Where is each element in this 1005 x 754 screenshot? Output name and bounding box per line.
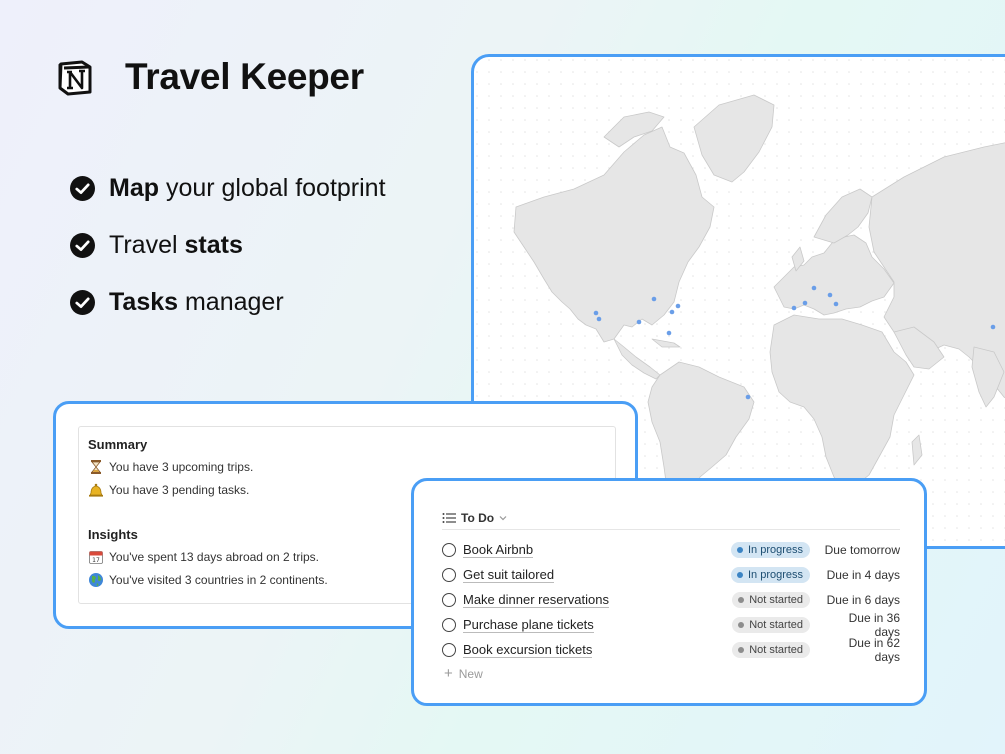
insights-line: You've visited 3 countries in 2 continen… <box>88 572 328 588</box>
status-badge[interactable]: In progress <box>730 541 810 558</box>
globe-icon <box>89 573 103 587</box>
status-label: In progress <box>747 568 803 581</box>
status-dot <box>736 571 743 578</box>
map-marker[interactable] <box>636 319 642 325</box>
bell-icon <box>89 483 103 497</box>
check-circle-icon <box>70 232 95 258</box>
status-dot <box>738 621 745 628</box>
calendar-icon: 17 <box>89 551 103 564</box>
map-marker[interactable] <box>990 324 996 330</box>
status-label: In progress <box>747 543 803 556</box>
feature-text: Travel <box>109 230 185 259</box>
todo-row[interactable]: Book excursion tickets Not started Due i… <box>442 635 900 664</box>
insights-line: 17 You've spent 13 days abroad on 2 trip… <box>88 549 319 565</box>
todo-row[interactable]: Purchase plane tickets Not started Due i… <box>442 610 900 639</box>
list-icon <box>442 512 456 523</box>
map-marker[interactable] <box>791 305 797 311</box>
task-name[interactable]: Purchase plane tickets <box>463 617 594 633</box>
feature-text: your global footprint <box>159 173 386 202</box>
insights-text: You've spent 13 days abroad on 2 trips. <box>109 550 319 564</box>
status-dot <box>738 646 745 653</box>
checkbox-circle[interactable] <box>442 567 456 582</box>
map-marker[interactable] <box>675 303 681 309</box>
map-marker[interactable] <box>666 330 672 336</box>
due-text: Due tomorrow <box>824 542 900 557</box>
new-task-label: New <box>458 667 483 681</box>
status-label: Not started <box>749 643 803 656</box>
check-circle-icon <box>70 175 95 201</box>
todo-view-label: To Do <box>461 510 495 525</box>
map-marker[interactable] <box>827 292 833 298</box>
due-text: Due in 62 days <box>848 635 900 664</box>
due-text: Due in 6 days <box>826 592 900 607</box>
todo-row[interactable]: Get suit tailored In progress Due in 4 d… <box>442 562 900 587</box>
status-badge[interactable]: Not started <box>732 616 810 633</box>
map-marker[interactable] <box>669 309 675 315</box>
map-marker[interactable] <box>651 296 657 302</box>
plus-icon: + <box>444 665 453 682</box>
insights-heading: Insights <box>88 527 138 542</box>
status-badge[interactable]: Not started <box>732 591 810 608</box>
todo-view-tab[interactable]: To Do <box>442 506 900 530</box>
status-badge[interactable]: In progress <box>730 566 810 583</box>
insights-text: You've visited 3 countries in 2 continen… <box>109 573 328 587</box>
feature-bold: Tasks <box>109 287 179 316</box>
app-title: Travel Keeper <box>125 56 364 97</box>
status-label: Not started <box>749 618 803 631</box>
notion-logo-icon <box>58 60 92 96</box>
todo-row[interactable]: Make dinner reservations Not started Due… <box>442 587 900 612</box>
status-dot <box>738 596 745 603</box>
map-marker[interactable] <box>593 310 599 316</box>
map-marker[interactable] <box>833 301 839 307</box>
feature-list: Map your global footprint Travel stats T… <box>70 170 386 341</box>
checkbox-circle[interactable] <box>442 592 456 607</box>
chevron-down-icon[interactable] <box>499 514 507 522</box>
due-text: Due in 4 days <box>826 567 900 582</box>
feature-tasks: Tasks manager <box>70 284 386 320</box>
feature-map: Map your global footprint <box>70 170 386 206</box>
map-marker[interactable] <box>596 316 602 322</box>
todo-row[interactable]: Book Airbnb In progress Due tomorrow <box>442 537 900 562</box>
task-name[interactable]: Book Airbnb <box>463 542 534 558</box>
feature-text: manager <box>178 287 284 316</box>
map-marker[interactable] <box>802 300 808 306</box>
feature-stats: Travel stats <box>70 227 386 263</box>
summary-text: You have 3 upcoming trips. <box>109 460 254 474</box>
check-circle-icon <box>70 289 95 315</box>
feature-bold: Map <box>109 173 159 202</box>
due-text: Due in 36 days <box>848 610 900 639</box>
svg-text:17: 17 <box>92 557 100 564</box>
status-dot <box>736 546 743 553</box>
new-task-button[interactable]: + New <box>444 665 483 682</box>
summary-heading: Summary <box>88 437 148 452</box>
feature-bold: stats <box>184 230 243 259</box>
hourglass-icon <box>91 460 101 474</box>
summary-text: You have 3 pending tasks. <box>109 483 250 497</box>
status-label: Not started <box>749 593 803 606</box>
task-name[interactable]: Get suit tailored <box>463 567 555 583</box>
checkbox-circle[interactable] <box>442 617 456 632</box>
checkbox-circle[interactable] <box>442 642 456 657</box>
map-marker[interactable] <box>745 394 751 400</box>
map-marker[interactable] <box>811 285 817 291</box>
task-name[interactable]: Make dinner reservations <box>463 592 609 608</box>
task-name[interactable]: Book excursion tickets <box>463 642 593 658</box>
summary-line: You have 3 pending tasks. <box>88 482 249 498</box>
todo-card: To Do Book Airbnb In progress Due tomorr… <box>411 478 927 706</box>
checkbox-circle[interactable] <box>442 542 456 557</box>
summary-line: You have 3 upcoming trips. <box>88 459 253 475</box>
status-badge[interactable]: Not started <box>732 641 810 658</box>
